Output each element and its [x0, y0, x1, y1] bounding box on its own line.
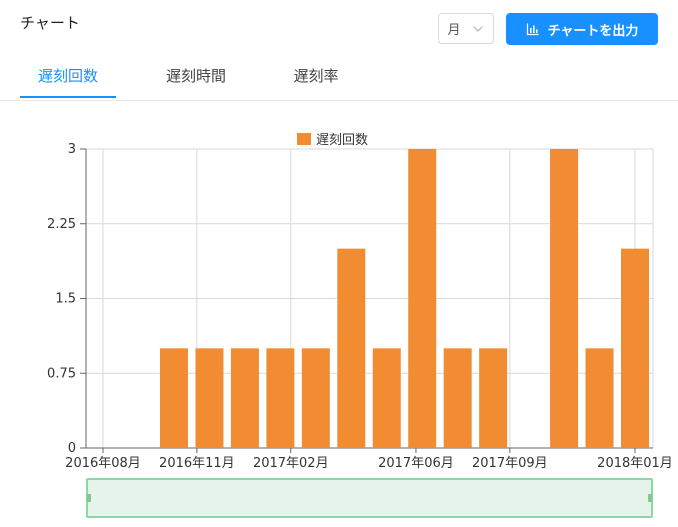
chart-area: 0 0.75 1.5 2.25 3 2016年08月 2016年11月 2017年02月 201…: [0, 100, 678, 527]
bar: [372, 348, 401, 448]
period-select[interactable]: 月: [438, 13, 494, 44]
x-tick-label: 2016年08月: [65, 456, 141, 470]
chart-page: チャート 月 チャートを出力 遅刻回数 遅刻時間 遅刻率 0 0.75 1.5 2.2…: [0, 0, 678, 527]
legend-label: 遅刻回数: [316, 133, 368, 148]
bar: [621, 248, 649, 448]
zoom-handle-right[interactable]: [648, 494, 652, 502]
tab-bar: 遅刻回数 遅刻時間 遅刻率: [0, 52, 678, 101]
x-tick-label: 2016年11月: [159, 456, 235, 470]
export-chart-button[interactable]: チャートを出力: [506, 13, 658, 45]
bar: [550, 149, 579, 448]
bar: [301, 348, 330, 448]
y-tick-label: 1.5: [55, 292, 76, 307]
period-select-value: 月: [447, 23, 461, 38]
x-tick-label: 2017年09月: [472, 456, 548, 470]
bar: [230, 348, 259, 448]
bar: [479, 348, 508, 448]
bar: [443, 348, 472, 448]
y-tick-label: 0.75: [47, 366, 76, 381]
bar: [266, 348, 295, 448]
page-title: チャート: [20, 14, 80, 32]
tab-late-rate[interactable]: 遅刻率: [268, 52, 364, 99]
bar: [160, 348, 188, 448]
bar: [195, 348, 224, 448]
y-tick-label: 3: [68, 142, 76, 157]
bar-chart: 0 0.75 1.5 2.25 3 2016年08月 2016年11月 2017年02月 201…: [47, 133, 673, 470]
bar: [585, 348, 614, 448]
x-tick-label: 2018年01月: [597, 456, 673, 470]
chevron-down-icon: [472, 25, 483, 32]
active-tab-indicator: [20, 96, 116, 98]
bar-chart-icon: [526, 23, 539, 36]
data-zoom-slider[interactable]: [86, 478, 653, 518]
x-tick-label: 2017年02月: [253, 456, 329, 470]
tab-late-count[interactable]: 遅刻回数: [20, 52, 116, 99]
tab-late-time[interactable]: 遅刻時間: [148, 52, 244, 99]
bar: [408, 149, 437, 448]
y-tick-label: 2.25: [47, 217, 76, 232]
x-tick-label: 2017年06月: [378, 456, 454, 470]
y-tick-label: 0: [68, 441, 76, 456]
zoom-handle-left[interactable]: [87, 494, 91, 502]
legend-swatch: [297, 133, 311, 145]
export-button-label: チャートを出力: [547, 23, 639, 39]
bar: [337, 248, 366, 448]
